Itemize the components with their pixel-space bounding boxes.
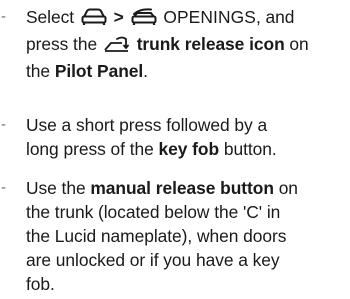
text-span: Use a short press followed by a bbox=[26, 115, 268, 135]
text-line: Use the manual release button on bbox=[26, 176, 344, 200]
text-span: manual release button bbox=[90, 178, 274, 198]
text-span: Select bbox=[26, 7, 75, 27]
text-line: fob. bbox=[26, 272, 344, 296]
text-span: button. bbox=[219, 139, 277, 159]
list-item-text: Select > OPENINGS, and press the trunk r… bbox=[26, 5, 344, 83]
text-span: Pilot Panel bbox=[54, 61, 144, 81]
list-item-text: Use the manual release button on the tru… bbox=[26, 176, 344, 296]
list-item: - Use a short press followed by a long p… bbox=[0, 113, 350, 161]
text-span: press the bbox=[26, 34, 98, 54]
car-open-icon bbox=[131, 8, 157, 32]
text-span: the trunk (located below the 'C' in bbox=[26, 202, 281, 222]
text-span: Use the bbox=[26, 178, 91, 198]
list-item-text: Use a short press followed by a long pre… bbox=[26, 113, 344, 161]
text-span: trunk release icon bbox=[136, 34, 285, 54]
bullet-dash: - bbox=[1, 179, 6, 196]
list-item: - Select > OPENINGS, and press the trunk… bbox=[0, 5, 350, 81]
car-front-icon bbox=[81, 8, 107, 32]
text-line: the Lucid nameplate), when doors bbox=[26, 224, 344, 248]
text-line: the Pilot Panel. bbox=[26, 59, 344, 83]
bullet-dash: - bbox=[1, 8, 6, 25]
text-span: fob. bbox=[26, 274, 55, 294]
text-span: > bbox=[113, 7, 124, 27]
text-span: are unlocked or if you have a key bbox=[26, 250, 280, 270]
text-span: long press of the bbox=[26, 139, 159, 159]
text-line: long press of the key fob button. bbox=[26, 137, 344, 161]
openings-label: OPENINGS bbox=[163, 7, 256, 27]
text-span: . bbox=[143, 61, 148, 81]
text-span: the bbox=[26, 61, 55, 81]
text-span: the Lucid nameplate), when doors bbox=[26, 226, 287, 246]
bullet-dash: - bbox=[1, 116, 6, 133]
text-span: on bbox=[284, 34, 309, 54]
text-line: are unlocked or if you have a key bbox=[26, 248, 344, 272]
text-span: , and bbox=[255, 7, 295, 27]
text-line: Select > OPENINGS, and bbox=[26, 5, 344, 32]
list-item: - Use the manual release button on the t… bbox=[0, 176, 350, 296]
text-span: on bbox=[273, 178, 298, 198]
trunk-release-icon bbox=[104, 35, 130, 59]
text-line: Use a short press followed by a bbox=[26, 113, 344, 137]
text-line: the trunk (located below the 'C' in bbox=[26, 200, 344, 224]
text-span: key fob bbox=[158, 139, 220, 159]
text-line: press the trunk release icon on bbox=[26, 32, 344, 59]
instruction-list: - Select > OPENINGS, and press the trunk… bbox=[0, 0, 350, 299]
